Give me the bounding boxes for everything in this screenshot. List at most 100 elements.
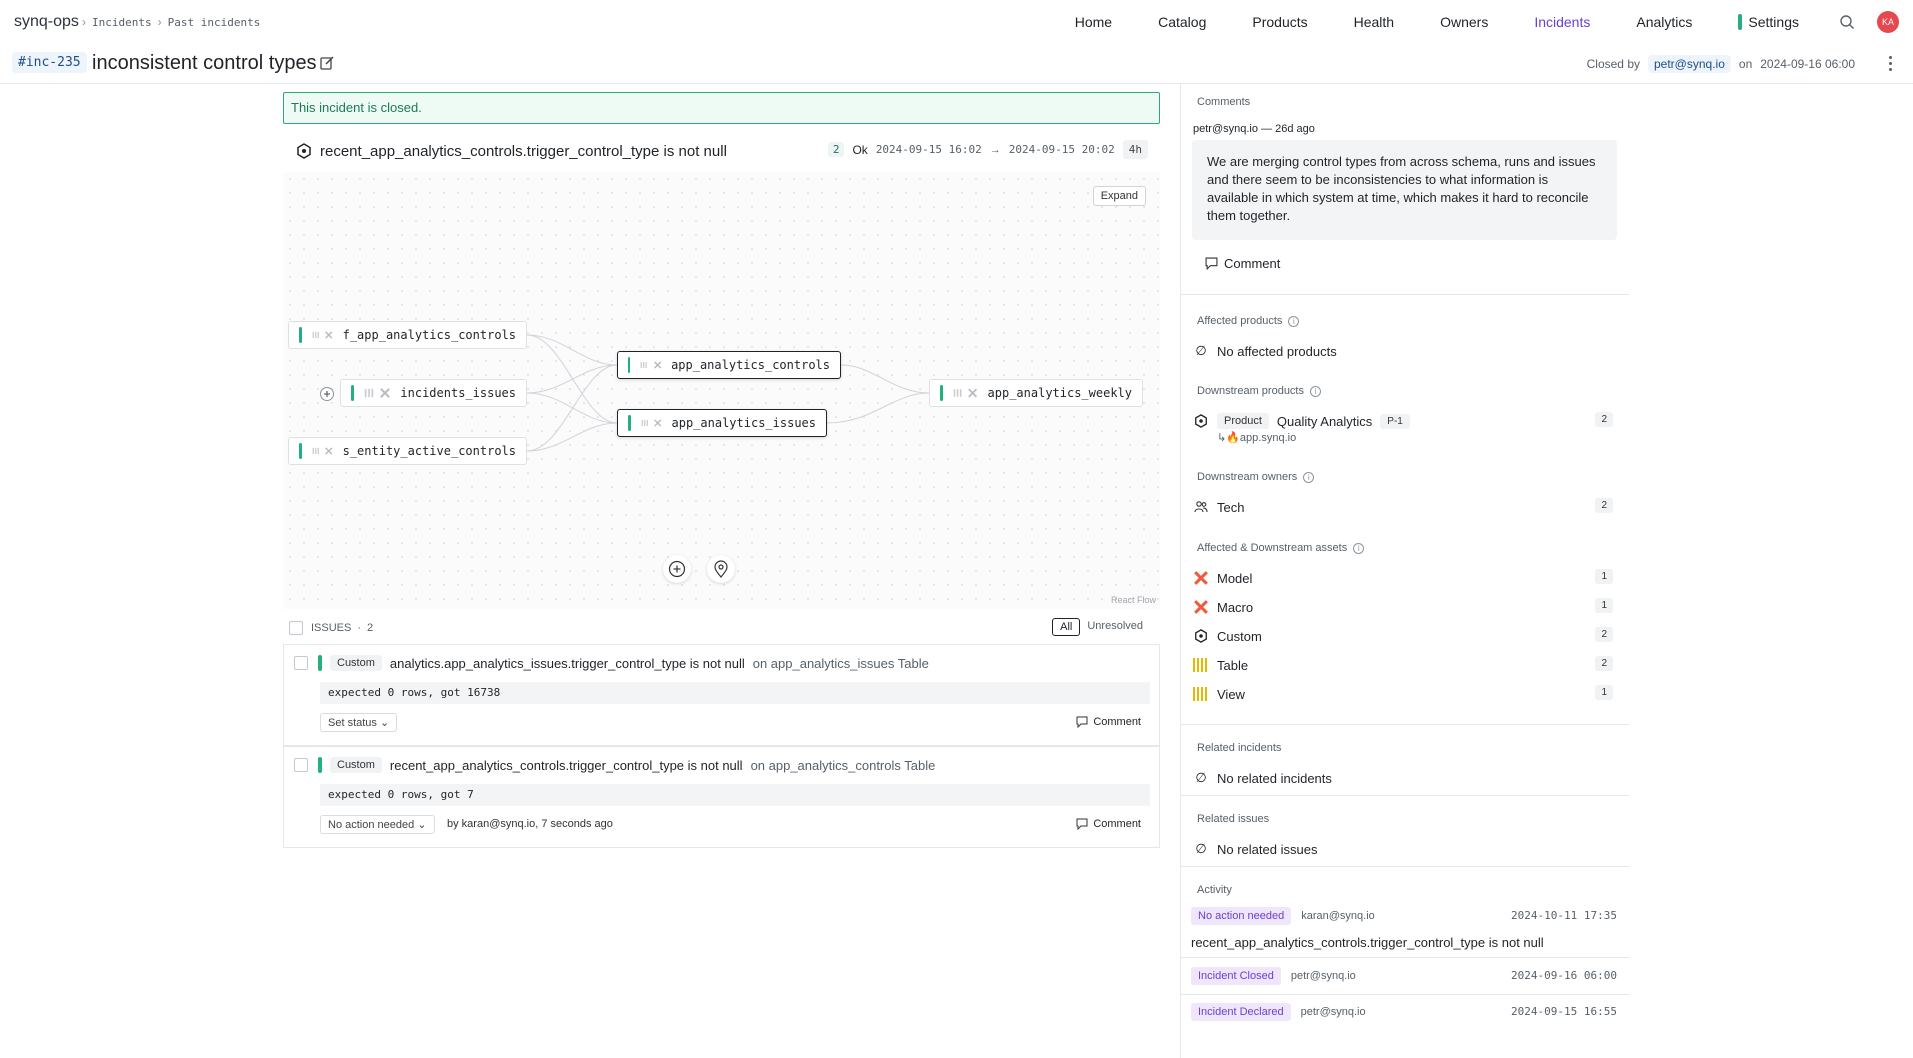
- check-summary: recent_app_analytics_controls.trigger_co…: [296, 140, 1148, 162]
- react-flow-attribution[interactable]: React Flow: [1111, 595, 1156, 605]
- edit-icon[interactable]: [319, 55, 335, 71]
- lineage-canvas[interactable]: Expand f_app_analytics_controls incident…: [283, 172, 1160, 609]
- activity-label: Activity: [1197, 884, 1232, 896]
- nav-analytics[interactable]: Analytics: [1636, 14, 1692, 30]
- node-label: f_app_analytics_controls: [342, 328, 516, 342]
- info-icon[interactable]: i: [1288, 315, 1300, 327]
- info-icon[interactable]: i: [1303, 471, 1315, 483]
- activity-time: 2024-09-15 16:55: [1511, 1005, 1617, 1018]
- issue-expectation: expected 0 rows, got 7: [320, 784, 1150, 806]
- node-label: app_analytics_issues: [671, 416, 817, 430]
- dbt-icon: [1193, 599, 1209, 615]
- product-tag: Product: [1217, 413, 1269, 429]
- activity-user[interactable]: petr@synq.io: [1291, 970, 1356, 982]
- more-menu-icon[interactable]: [1887, 54, 1893, 72]
- status-bar-icon: [318, 655, 322, 671]
- owner-row[interactable]: Tech 2: [1193, 498, 1623, 516]
- divider: [1181, 957, 1629, 958]
- filter-unresolved[interactable]: Unresolved: [1080, 618, 1150, 636]
- issue-target[interactable]: on app_analytics_issues Table: [753, 656, 929, 671]
- issue-type-tag: Custom: [330, 655, 382, 671]
- nav-health[interactable]: Health: [1354, 14, 1394, 30]
- downstream-product-row[interactable]: Product Quality Analytics P-1 2: [1193, 412, 1623, 430]
- comment-button[interactable]: Comment: [1076, 716, 1141, 728]
- info-icon[interactable]: i: [1310, 385, 1321, 397]
- lineage-node-incidents-issues[interactable]: incidents_issues: [340, 379, 527, 407]
- nav-owners[interactable]: Owners: [1440, 14, 1488, 30]
- lineage-node-f-app-analytics-controls[interactable]: f_app_analytics_controls: [288, 321, 527, 349]
- asset-row-view[interactable]: View 1: [1193, 685, 1623, 703]
- issue-target[interactable]: on app_analytics_controls Table: [751, 758, 936, 773]
- nav-settings-label: Settings: [1748, 14, 1799, 30]
- activity-tag: Incident Declared: [1191, 1003, 1291, 1021]
- comment-label: Comment: [1093, 716, 1141, 728]
- count-badge: 1: [1595, 569, 1613, 584]
- asset-name: Custom: [1217, 628, 1262, 644]
- asset-row-model[interactable]: Model 1: [1193, 569, 1623, 587]
- divider: [1181, 724, 1629, 725]
- nav-products[interactable]: Products: [1252, 14, 1307, 30]
- hexagon-icon: [1193, 628, 1209, 644]
- locate-button[interactable]: [707, 555, 735, 583]
- activity-item: Incident Declared petr@synq.io 2024-09-1…: [1191, 1001, 1623, 1023]
- divider: [1181, 866, 1629, 867]
- nav-incidents[interactable]: Incidents: [1534, 14, 1590, 30]
- affected-products-label: Affected products i: [1197, 315, 1300, 327]
- dbt-icon: [654, 419, 662, 427]
- status-dropdown[interactable]: No action needed ⌄: [320, 815, 435, 834]
- count-badge: 2: [1595, 498, 1613, 513]
- label-text: Affected & Downstream assets: [1197, 542, 1348, 554]
- closed-by-user[interactable]: petr@synq.io: [1648, 55, 1731, 73]
- nav-catalog[interactable]: Catalog: [1158, 14, 1206, 30]
- info-icon[interactable]: i: [1353, 542, 1365, 554]
- activity-item: Incident Closed petr@synq.io 2024-09-16 …: [1191, 965, 1623, 987]
- table-icon: [312, 331, 319, 339]
- search-icon[interactable]: [1839, 14, 1855, 30]
- issue-checkbox[interactable]: [294, 758, 308, 772]
- expand-upstream-icon[interactable]: [319, 386, 335, 402]
- table-icon: [1193, 686, 1209, 702]
- expand-button[interactable]: Expand: [1092, 186, 1146, 206]
- breadcrumb: › Incidents › Past incidents: [82, 15, 260, 29]
- issue-name[interactable]: analytics.app_analytics_issues.trigger_c…: [390, 656, 745, 671]
- owner-name: Tech: [1217, 499, 1245, 515]
- range-end: 2024-09-15 20:02: [1008, 143, 1115, 156]
- separator-dot: ·: [357, 622, 362, 634]
- count-badge: 2: [1595, 627, 1613, 642]
- lineage-node-app-analytics-issues[interactable]: app_analytics_issues: [617, 409, 827, 437]
- avatar[interactable]: KA: [1877, 11, 1899, 33]
- asset-row-macro[interactable]: Macro 1: [1193, 598, 1623, 616]
- dbt-icon: [1193, 570, 1209, 586]
- asset-name: Table: [1217, 657, 1249, 673]
- top-nav: synq-ops › Incidents › Past incidents Ho…: [0, 0, 1913, 44]
- issue-checkbox[interactable]: [294, 656, 308, 670]
- asset-row-custom[interactable]: Custom 2: [1193, 627, 1623, 645]
- activity-user[interactable]: petr@synq.io: [1301, 1006, 1366, 1018]
- activity-user[interactable]: karan@synq.io: [1301, 910, 1375, 922]
- nav-settings[interactable]: Settings: [1738, 14, 1799, 30]
- check-name[interactable]: recent_app_analytics_controls.trigger_co…: [320, 143, 727, 160]
- downstream-products-label: Downstream products i: [1197, 385, 1321, 397]
- nav-home[interactable]: Home: [1075, 14, 1112, 30]
- zoom-in-button[interactable]: [663, 555, 691, 583]
- comment-button[interactable]: Comment: [1076, 818, 1141, 830]
- add-comment-button[interactable]: Comment: [1205, 256, 1280, 271]
- brand-link[interactable]: synq-ops: [14, 13, 79, 31]
- breadcrumb-past-incidents[interactable]: Past incidents: [168, 16, 261, 29]
- select-all-checkbox[interactable]: [289, 621, 303, 635]
- asset-row-table[interactable]: Table 2: [1193, 656, 1623, 674]
- empty-text: No related issues: [1217, 841, 1318, 857]
- table-icon: [953, 389, 962, 397]
- no-affected-products: ∅ No affected products: [1193, 342, 1623, 360]
- issues-header: ISSUES · 2 All Unresolved: [283, 618, 1160, 638]
- issue-name[interactable]: recent_app_analytics_controls.trigger_co…: [390, 758, 743, 773]
- node-label: app_analytics_controls: [671, 358, 831, 372]
- label-text: Downstream products: [1197, 385, 1304, 397]
- lineage-node-app-analytics-weekly[interactable]: app_analytics_weekly: [929, 379, 1143, 407]
- lineage-node-s-entity-active-controls[interactable]: s_entity_active_controls: [288, 437, 527, 465]
- filter-all[interactable]: All: [1052, 618, 1081, 636]
- lineage-node-app-analytics-controls[interactable]: app_analytics_controls: [617, 351, 841, 379]
- closed-at: 2024-09-16 06:00: [1760, 57, 1855, 71]
- breadcrumb-incidents[interactable]: Incidents: [92, 16, 152, 29]
- set-status-dropdown[interactable]: Set status ⌄: [320, 713, 398, 732]
